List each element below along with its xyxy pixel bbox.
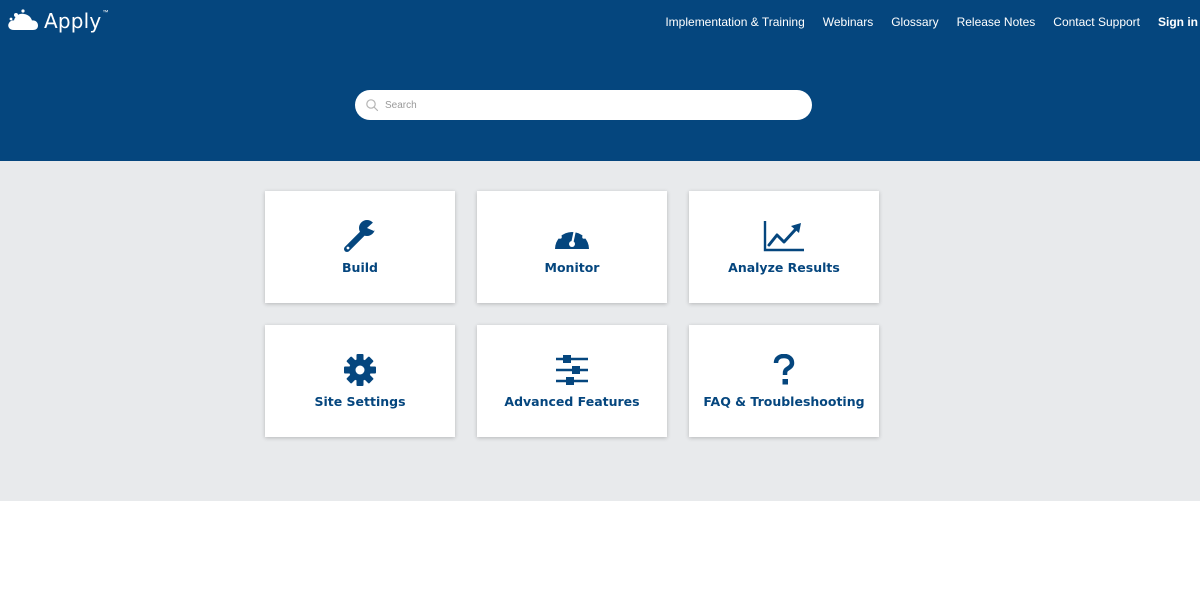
card-label: Site Settings (314, 394, 406, 409)
card-faq-troubleshooting[interactable]: FAQ & Troubleshooting (689, 325, 879, 437)
card-monitor[interactable]: Monitor (477, 191, 667, 303)
question-icon (773, 354, 795, 385)
nav-glossary[interactable]: Glossary (891, 15, 938, 29)
gear-icon (344, 354, 376, 386)
apply-logo[interactable]: Apply ™ (6, 8, 108, 34)
card-build[interactable]: Build (265, 191, 455, 303)
line-chart-icon (763, 221, 804, 252)
trademark-mark: ™ (102, 10, 109, 16)
nav-contact-support[interactable]: Contact Support (1053, 15, 1140, 29)
wrench-icon (344, 219, 378, 252)
search-icon (366, 99, 379, 112)
sliders-icon (556, 355, 588, 385)
card-label: Build (342, 260, 378, 275)
header: Apply ™ Implementation & Training Webina… (0, 0, 1200, 161)
card-label: FAQ & Troubleshooting (703, 394, 865, 409)
nav-implementation-training[interactable]: Implementation & Training (665, 15, 804, 29)
card-advanced-features[interactable]: Advanced Features (477, 325, 667, 437)
card-analyze-results[interactable]: Analyze Results (689, 191, 879, 303)
sign-in-link[interactable]: Sign in (1158, 15, 1198, 29)
card-label: Monitor (544, 260, 600, 275)
search-bar[interactable] (355, 90, 812, 120)
speedometer-icon (555, 225, 589, 249)
card-label: Analyze Results (728, 260, 840, 275)
card-label: Advanced Features (504, 394, 640, 409)
cloud-logo-icon (8, 9, 38, 30)
category-grid: Build Monitor Analyze Results Site Setti… (0, 161, 1200, 501)
card-site-settings[interactable]: Site Settings (265, 325, 455, 437)
nav-release-notes[interactable]: Release Notes (957, 15, 1036, 29)
nav-webinars[interactable]: Webinars (823, 15, 873, 29)
search-input[interactable] (385, 99, 785, 111)
brand-name: Apply (44, 9, 102, 33)
top-nav: Implementation & Training Webinars Gloss… (647, 15, 1198, 29)
